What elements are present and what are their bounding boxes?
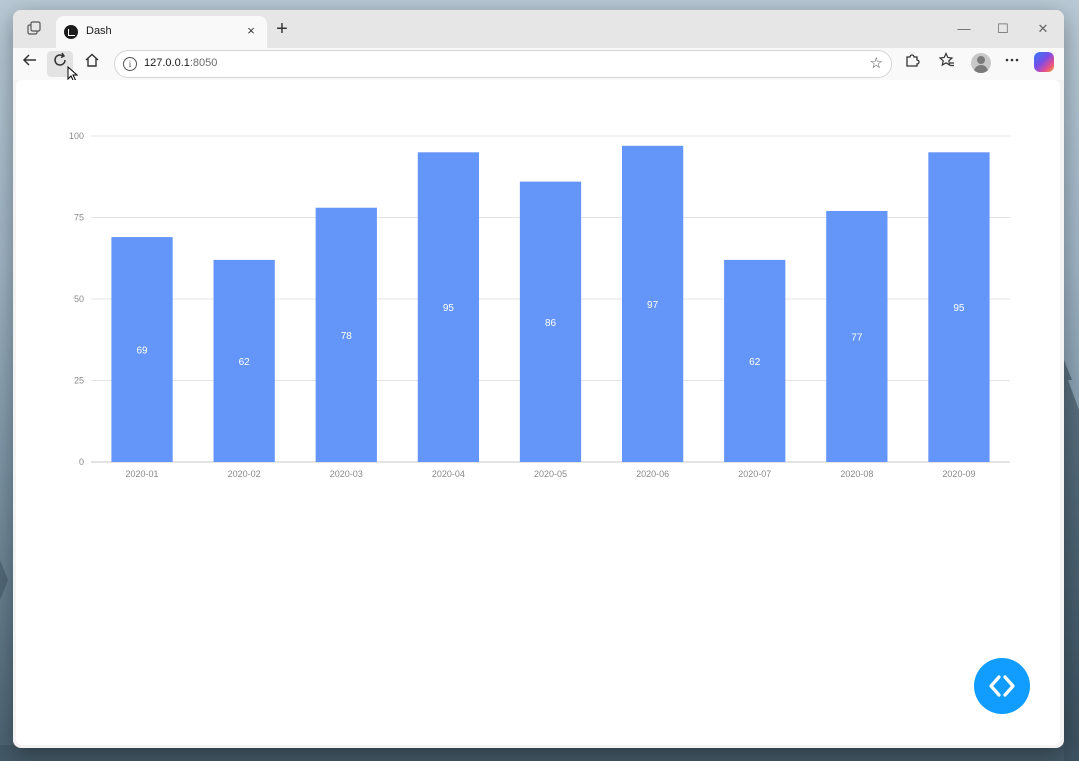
address-url[interactable]: 127.0.0.1:8050 xyxy=(144,57,217,69)
y-tick-label: 50 xyxy=(74,294,84,304)
y-tick-label: 100 xyxy=(69,131,84,141)
extensions-icon[interactable] xyxy=(899,51,925,77)
browser-toolbar: i 127.0.0.1:8050 ☆ xyxy=(13,48,1064,80)
x-tick-label: 2020-04 xyxy=(432,469,465,479)
maximize-button[interactable]: ☐ xyxy=(992,19,1014,39)
x-tick-label: 2020-08 xyxy=(840,469,873,479)
bar-value-label: 97 xyxy=(647,300,659,311)
copilot-icon[interactable] xyxy=(1034,52,1054,72)
x-tick-label: 2020-07 xyxy=(738,469,771,479)
bar-value-label: 86 xyxy=(545,318,557,329)
bar-chart: 0 25 50 75 100 69 2020-01 62 2020-02 78 2020-03 95 2… xyxy=(69,131,1010,479)
address-bar[interactable]: i 127.0.0.1:8050 ☆ xyxy=(114,50,892,78)
close-tab-icon[interactable]: × xyxy=(243,23,259,39)
page-viewport: 0 25 50 75 100 69 2020-01 62 2020-02 78 2020-03 95 2… xyxy=(16,80,1060,745)
address-port: :8050 xyxy=(189,57,218,69)
x-tick-label: 2020-09 xyxy=(942,469,975,479)
bar-value-label: 77 xyxy=(851,332,863,343)
x-tick-label: 2020-06 xyxy=(636,469,669,479)
bar-value-label: 95 xyxy=(953,303,965,314)
profile-avatar-icon[interactable] xyxy=(971,53,991,73)
code-brackets-icon[interactable] xyxy=(974,658,1030,714)
bar-value-label: 69 xyxy=(136,346,148,357)
bar-value-label: 78 xyxy=(341,331,353,342)
tab-title: Dash xyxy=(86,25,112,37)
bar-value-label: 95 xyxy=(443,303,455,314)
new-tab-button[interactable]: + xyxy=(272,19,292,40)
x-tick-label: 2020-01 xyxy=(126,469,159,479)
y-tick-label: 25 xyxy=(74,376,84,386)
home-icon[interactable] xyxy=(79,51,105,77)
bar-value-label: 62 xyxy=(749,357,761,368)
bar-value-label: 62 xyxy=(239,357,251,368)
star-icon[interactable]: ☆ xyxy=(870,54,883,72)
x-tick-label: 2020-02 xyxy=(228,469,261,479)
x-tick-label: 2020-05 xyxy=(534,469,567,479)
y-tick-label: 0 xyxy=(79,457,84,467)
favorites-icon[interactable] xyxy=(934,51,960,77)
more-dots-icon[interactable] xyxy=(999,51,1025,77)
back-arrow-icon[interactable] xyxy=(17,51,43,77)
code-brackets-glyph xyxy=(989,675,1015,697)
tab-dash[interactable]: Dash × xyxy=(56,16,267,48)
workspaces-icon[interactable] xyxy=(25,20,43,38)
dash-favicon-icon xyxy=(64,25,78,39)
y-tick-label: 75 xyxy=(74,213,84,223)
close-window-button[interactable]: ✕ xyxy=(1032,19,1054,39)
browser-window: Dash × + — ☐ ✕ i 127.0.0.1:8050 ☆ 0 25 5… xyxy=(13,10,1064,748)
minimize-button[interactable]: — xyxy=(953,19,975,39)
info-icon[interactable]: i xyxy=(123,57,137,71)
title-bar: Dash × + — ☐ ✕ xyxy=(13,10,1064,48)
x-tick-label: 2020-03 xyxy=(330,469,363,479)
address-host: 127.0.0.1 xyxy=(144,57,190,69)
